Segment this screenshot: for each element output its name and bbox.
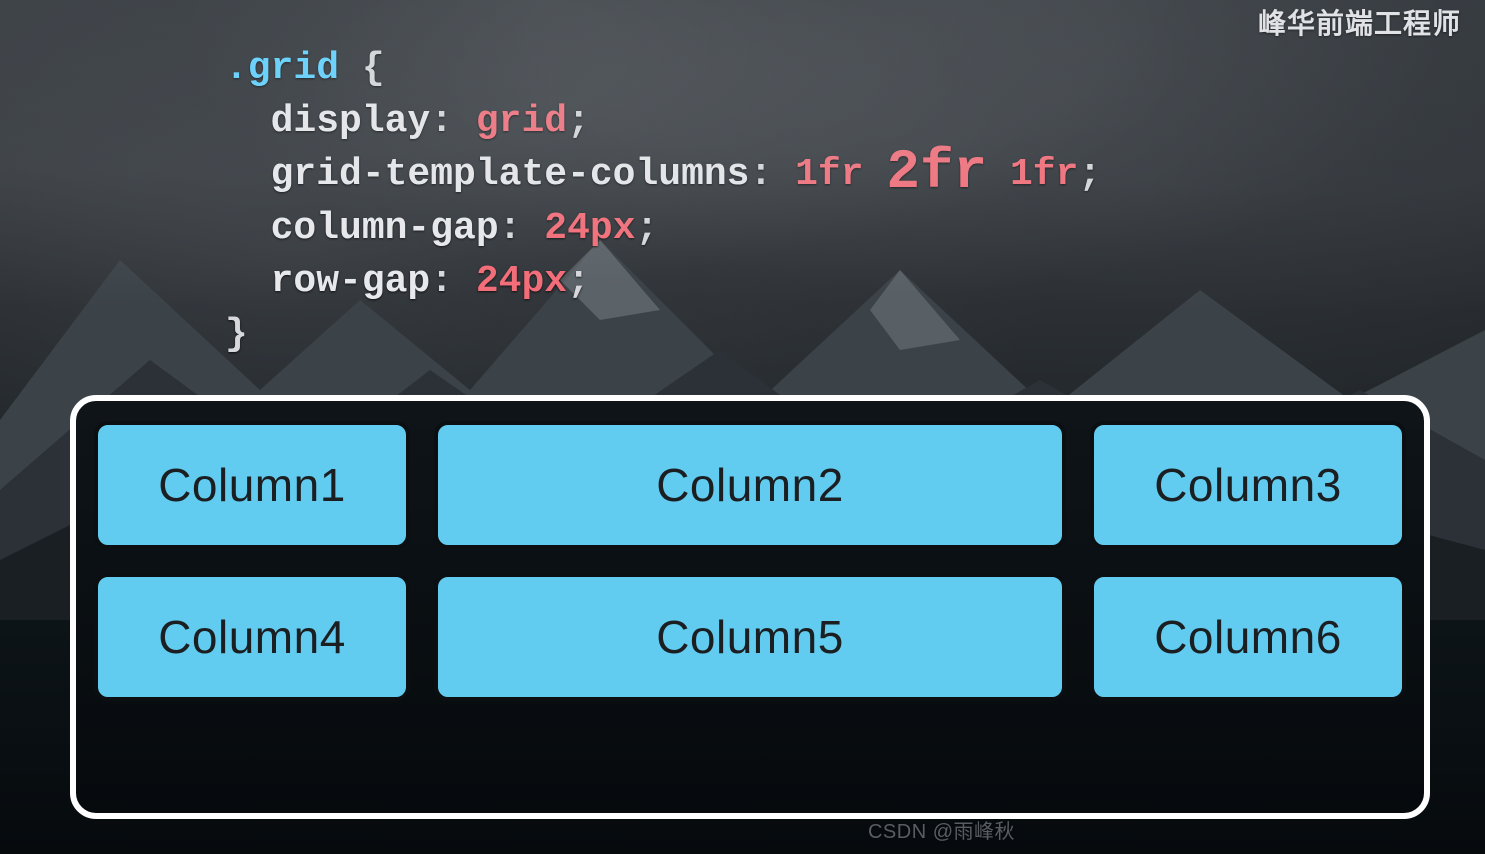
code-selector: .grid <box>225 47 339 90</box>
author-watermark-top: 峰华前端工程师 <box>1258 2 1461 42</box>
grid-cell: Column4 <box>94 573 410 701</box>
grid-cell: Column2 <box>434 421 1066 549</box>
slide-stage: 峰华前端工程师 .grid { display: grid; grid-temp… <box>0 0 1485 854</box>
grid-cell: Column3 <box>1090 421 1406 549</box>
code-block: .grid { display: grid; grid-template-col… <box>225 42 1101 361</box>
grid-cell: Column1 <box>94 421 410 549</box>
grid-container-frame: Column1 Column2 Column3 Column4 Column5 … <box>70 395 1430 819</box>
grid-container: Column1 Column2 Column3 Column4 Column5 … <box>94 421 1406 701</box>
csdn-watermark-bottom: CSDN @雨峰秋 <box>868 815 1015 844</box>
grid-cell: Column5 <box>434 573 1066 701</box>
grid-cell: Column6 <box>1090 573 1406 701</box>
